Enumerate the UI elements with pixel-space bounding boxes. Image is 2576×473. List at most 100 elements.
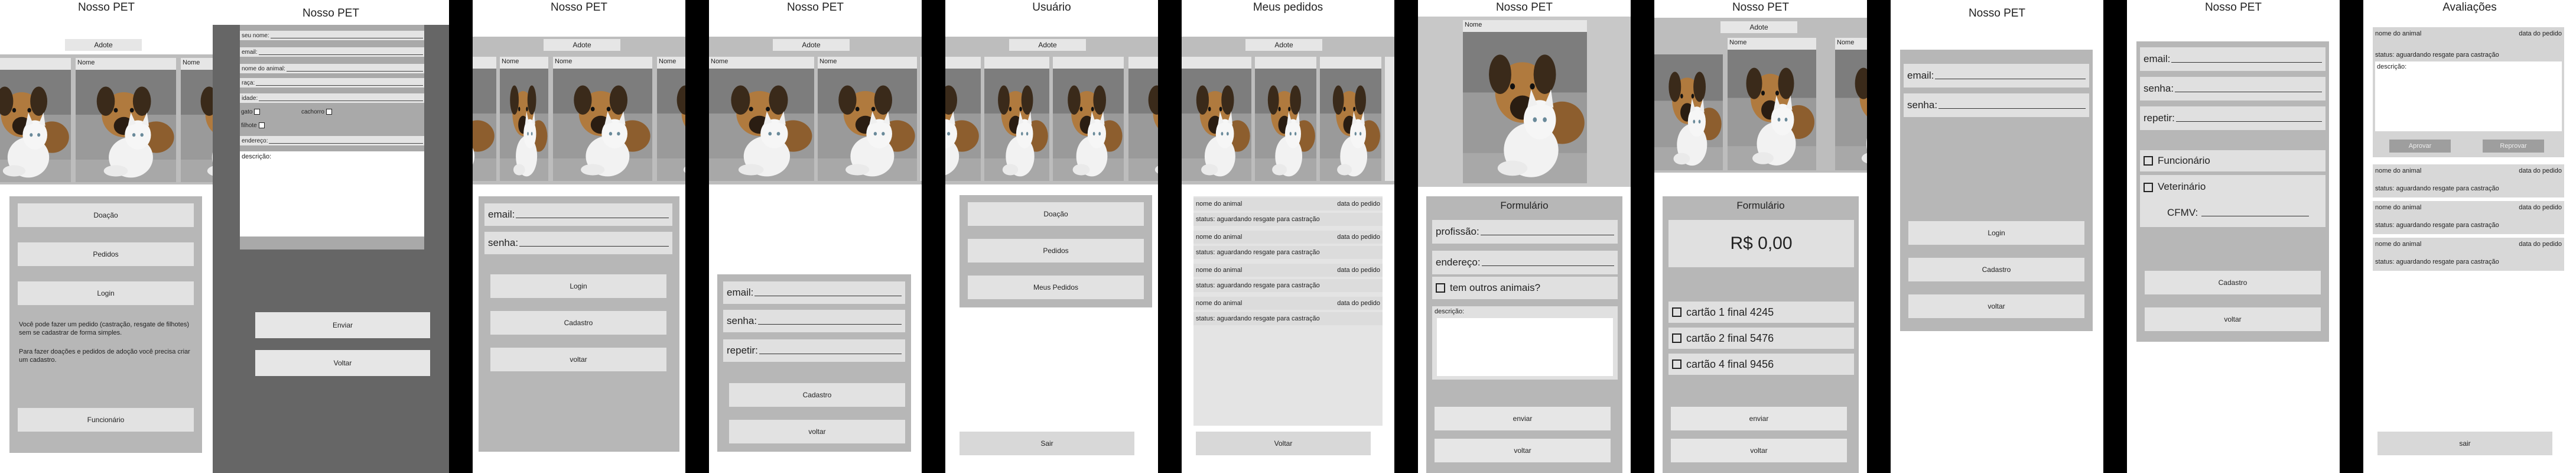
funcionario-checkbox[interactable] — [2144, 156, 2153, 166]
voltar-button[interactable]: voltar — [1671, 439, 1847, 462]
endereco-field[interactable]: endereço: — [1432, 251, 1618, 274]
outros-animais-checkbox[interactable] — [1436, 283, 1445, 293]
pet-card[interactable]: Nome — [1728, 38, 1816, 170]
doacao-button[interactable]: Doação — [968, 202, 1144, 226]
meus-pedidos-button[interactable]: Meus Pedidos — [968, 276, 1144, 299]
senha-field[interactable]: senha: — [2140, 77, 2325, 101]
card-checkbox[interactable] — [1672, 307, 1681, 317]
adote-tab[interactable]: Adote — [544, 39, 620, 51]
descricao-textarea[interactable] — [1437, 318, 1613, 376]
cadastro-button[interactable]: Cadastro — [729, 383, 905, 407]
pet-card[interactable] — [1128, 57, 1158, 181]
funcionario-button[interactable]: Funcionário — [18, 408, 194, 432]
nome-field[interactable]: seu nome: — [240, 31, 424, 40]
pet-card[interactable] — [1320, 57, 1381, 181]
cadastro-button[interactable]: Cadastro — [2145, 271, 2321, 294]
aprovar-button[interactable]: Aprovar — [2389, 140, 2451, 153]
repetir-field[interactable]: repetir: — [2140, 106, 2325, 130]
pet-card[interactable] — [984, 57, 1049, 181]
cadastro-button[interactable]: Cadastro — [490, 311, 666, 335]
cadastro-button[interactable]: Cadastro — [1908, 258, 2084, 281]
pet-card[interactable] — [1654, 54, 1723, 170]
voltar-button[interactable]: voltar — [2145, 307, 2321, 331]
pet-card[interactable]: Nome — [657, 57, 685, 181]
pet-card[interactable] — [921, 57, 922, 181]
pet-card[interactable] — [473, 57, 496, 181]
filhote-checkbox[interactable] — [258, 122, 265, 129]
pet-card[interactable]: Nome — [553, 57, 652, 181]
order-item[interactable]: nome do animal data do pedido status: agu… — [1193, 231, 1383, 264]
sair-button[interactable]: sair — [2377, 432, 2552, 455]
pedidos-button[interactable]: Pedidos — [18, 242, 194, 266]
gato-option[interactable]: gato — [241, 108, 261, 116]
enviar-button[interactable]: Enviar — [255, 312, 430, 338]
senha-field[interactable]: senha: — [723, 310, 905, 332]
funcionario-option[interactable]: Funcionário — [2140, 150, 2325, 171]
pet-card[interactable] — [945, 57, 981, 181]
evaluation-item[interactable]: nome do animal data do pedido status: ag… — [2373, 201, 2564, 234]
gato-checkbox[interactable] — [254, 109, 261, 115]
email-field[interactable]: email: — [1904, 64, 2089, 88]
voltar-button[interactable]: voltar — [729, 420, 905, 443]
voltar-button[interactable]: voltar — [1435, 439, 1611, 462]
pet-card[interactable]: Nome — [76, 58, 176, 182]
card-option-3[interactable]: cartão 4 final 9456 — [1668, 354, 1854, 375]
order-item[interactable]: nome do animal data do pedido status: agu… — [1193, 197, 1383, 231]
email-field[interactable]: email: — [484, 203, 672, 226]
pet-card[interactable] — [1255, 57, 1316, 181]
voltar-button[interactable]: Voltar — [255, 350, 430, 376]
email-field[interactable]: email: — [2140, 47, 2325, 71]
senha-field[interactable]: senha: — [1904, 93, 2089, 117]
enviar-button[interactable]: enviar — [1671, 407, 1847, 430]
sair-button[interactable]: Sair — [960, 432, 1134, 455]
pet-card[interactable]: Nome — [1835, 38, 1867, 170]
adote-tab[interactable]: Adote — [65, 39, 142, 51]
reprovar-button[interactable]: Reprovar — [2483, 140, 2544, 153]
pet-card[interactable] — [1385, 57, 1394, 181]
veterinario-checkbox[interactable] — [2144, 182, 2153, 192]
voltar-button[interactable]: voltar — [1908, 294, 2084, 318]
voltar-button[interactable]: Voltar — [1196, 432, 1371, 455]
adote-tab[interactable]: Adote — [1245, 39, 1322, 51]
card-option-1[interactable]: cartão 1 final 4245 — [1668, 302, 1854, 323]
idade-field[interactable]: idade: — [240, 93, 424, 103]
pet-card[interactable]: Nome — [818, 57, 917, 181]
pet-card[interactable]: Nome — [500, 57, 548, 181]
adote-tab[interactable]: Adote — [1720, 21, 1797, 33]
pedidos-button[interactable]: Pedidos — [968, 239, 1144, 263]
endereco-field[interactable]: endereço: — [240, 136, 424, 145]
enviar-button[interactable]: enviar — [1435, 407, 1611, 430]
order-item[interactable]: nome do animal data do pedido status: agu… — [1193, 264, 1383, 297]
veterinario-option[interactable]: Veterinário — [2144, 181, 2206, 193]
amount-display[interactable]: R$ 0,00 — [1668, 220, 1854, 267]
email-field[interactable]: email: — [723, 281, 905, 304]
login-button[interactable]: Login — [490, 274, 666, 298]
descricao-textarea[interactable]: descrição: — [240, 151, 424, 237]
card-checkbox[interactable] — [1672, 333, 1681, 343]
evaluation-item[interactable]: nome do animal data do pedido status: ag… — [2373, 238, 2564, 271]
evaluation-item[interactable]: nome do animal data do pedido status: ag… — [2373, 164, 2564, 197]
card-option-2[interactable]: cartão 2 final 5476 — [1668, 328, 1854, 349]
cfmv-field[interactable]: CFMV: — [2167, 207, 2309, 219]
raca-field[interactable]: raça: — [240, 78, 424, 88]
email-field[interactable]: email: — [240, 47, 424, 57]
cachorro-checkbox[interactable] — [326, 109, 332, 115]
pet-card[interactable]: Nome — [709, 57, 814, 181]
repetir-field[interactable]: repetir: — [723, 339, 905, 362]
animal-name-field[interactable]: nome do animal: — [240, 64, 424, 73]
pet-card[interactable] — [1182, 57, 1251, 181]
senha-field[interactable]: senha: — [484, 232, 672, 254]
pet-card[interactable] — [0, 58, 71, 182]
login-button[interactable]: Login — [1908, 221, 2084, 245]
order-item[interactable]: nome do animal data do pedido status: agu… — [1193, 297, 1383, 330]
filhote-option[interactable]: filhote — [241, 122, 265, 130]
adote-tab[interactable]: Adote — [773, 39, 850, 51]
pet-card[interactable] — [1053, 57, 1124, 181]
adote-tab[interactable]: Adote — [1009, 39, 1086, 51]
pet-card[interactable]: Nome — [181, 58, 213, 182]
profissao-field[interactable]: profissão: — [1432, 220, 1618, 244]
card-checkbox[interactable] — [1672, 359, 1681, 369]
cachorro-option[interactable]: cachorro — [301, 108, 332, 116]
doacao-button[interactable]: Doação — [18, 203, 194, 227]
login-button[interactable]: Login — [18, 281, 194, 305]
